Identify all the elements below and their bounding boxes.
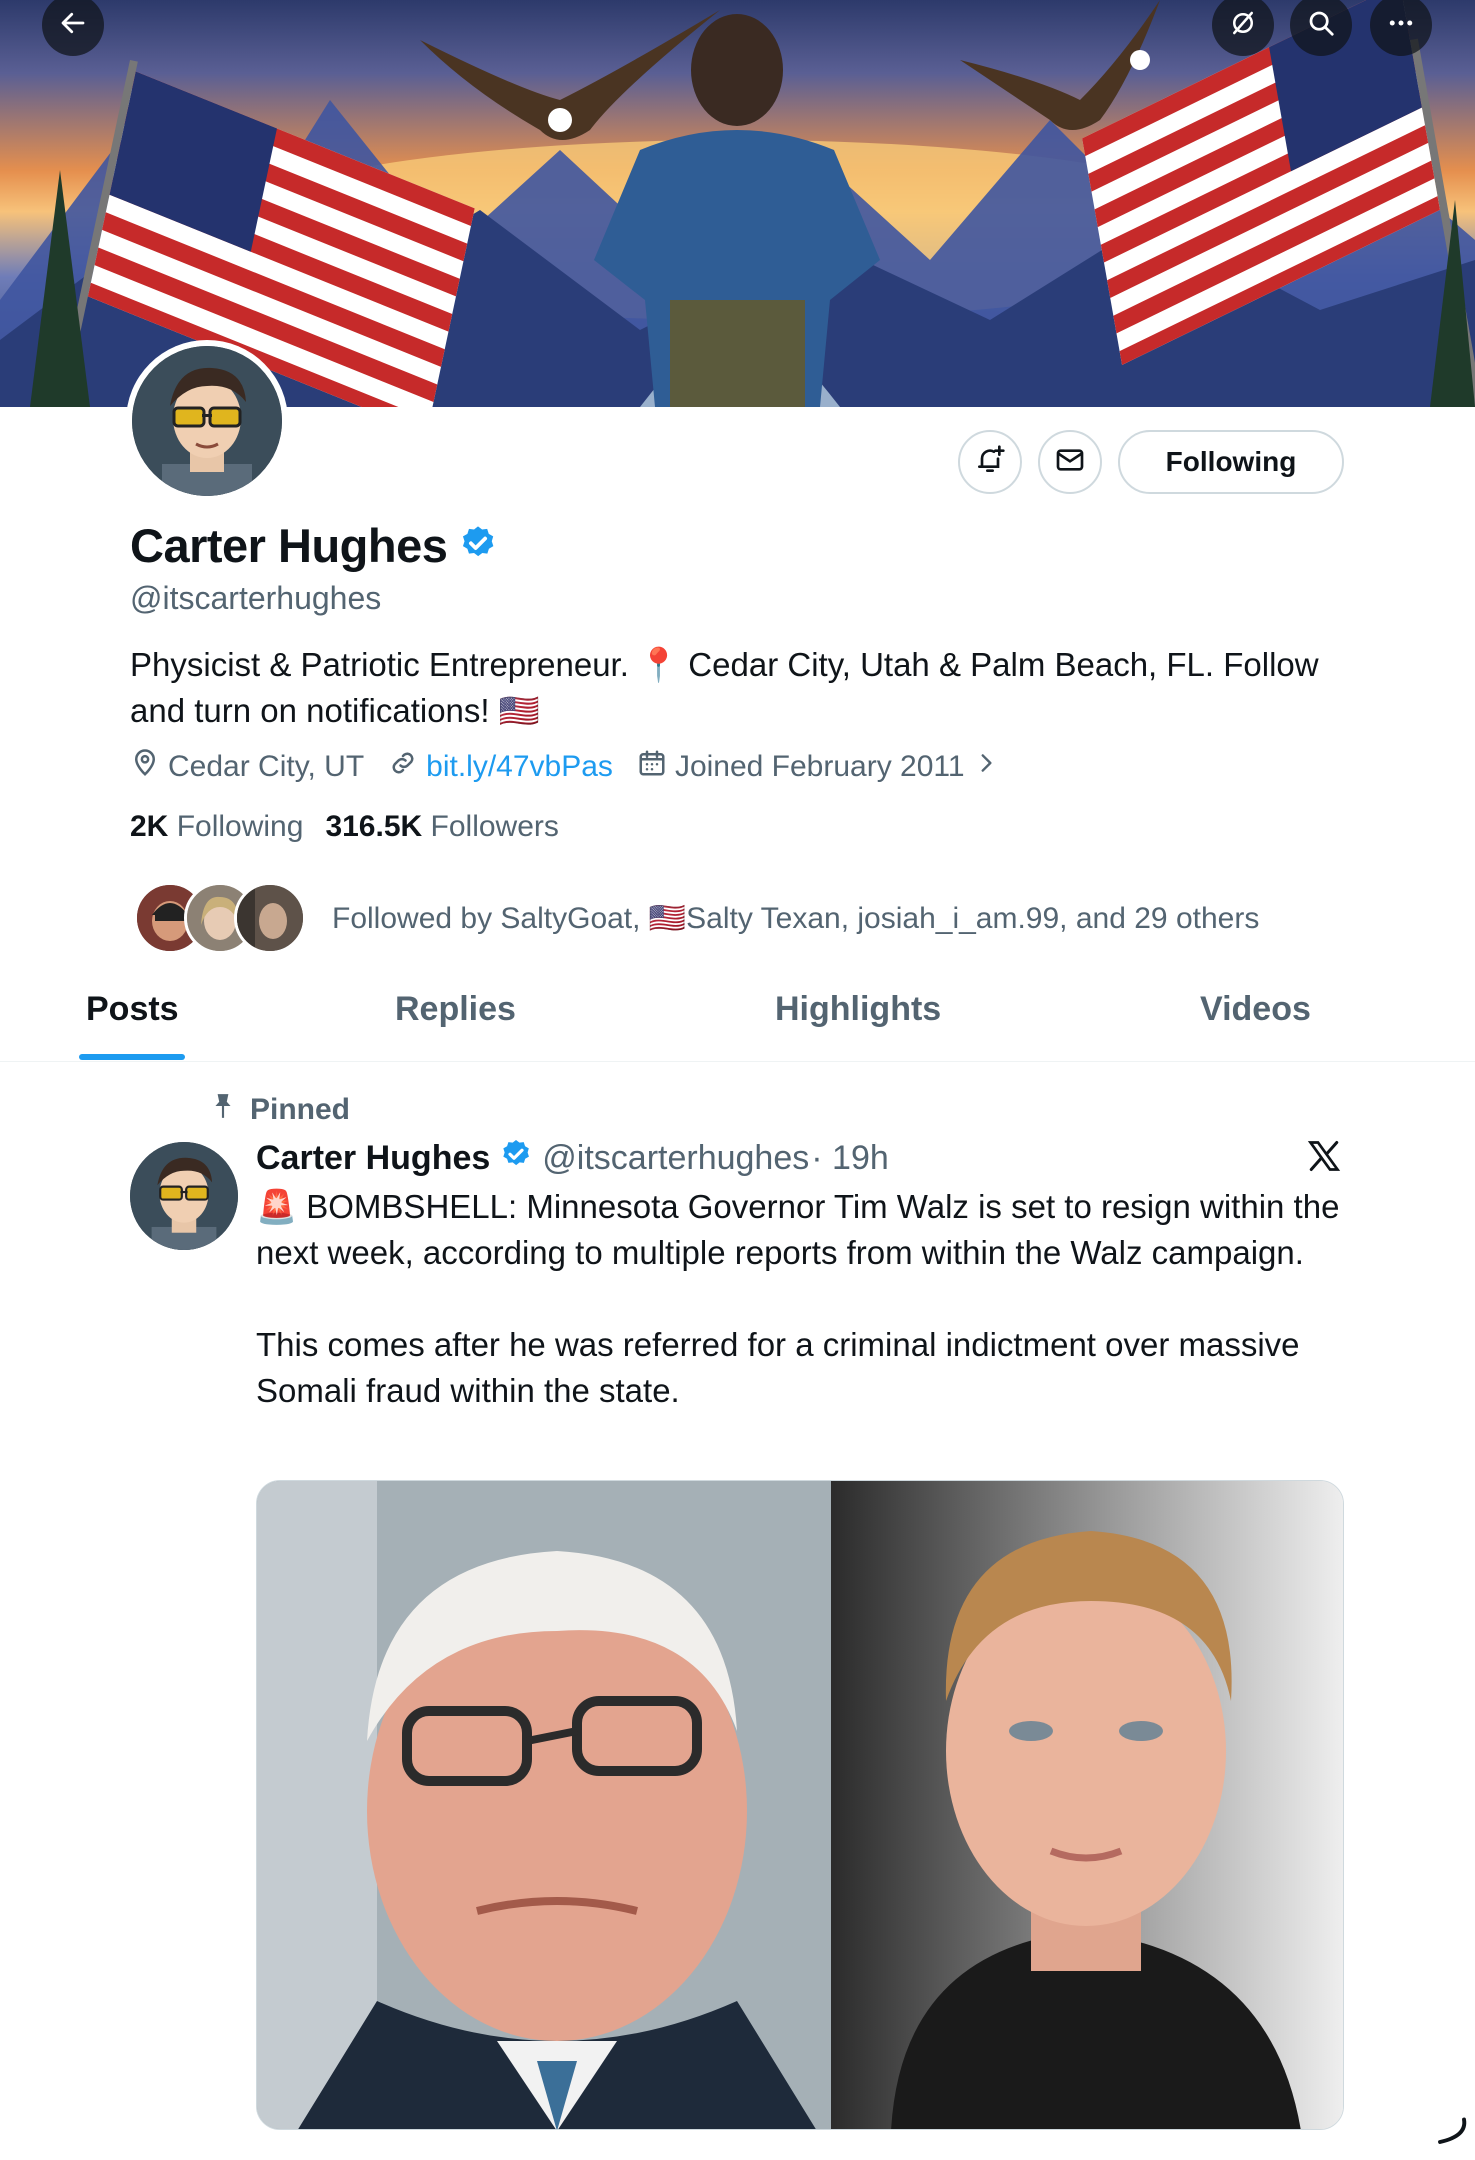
notifications-button[interactable] [958, 430, 1022, 494]
verified-badge-icon [459, 518, 497, 573]
calendar-icon [637, 748, 667, 786]
profile-name: Carter Hughes [130, 518, 497, 573]
follower-avatar [234, 882, 306, 954]
tab-highlights[interactable]: Highlights [775, 990, 941, 1029]
post-author-handle[interactable]: @itscarterhughes [542, 1139, 809, 1178]
link-text[interactable]: bit.ly/47vbPas [426, 750, 613, 784]
followers-count: 316.5K [325, 810, 423, 843]
active-tab-indicator [79, 1054, 185, 1060]
profile-bio: Physicist & Patriotic Entrepreneur. 📍 Ce… [130, 646, 1319, 729]
verified-badge-icon [500, 1138, 532, 1179]
profile-avatar[interactable] [126, 340, 288, 502]
post-paragraph: 🚨 BOMBSHELL: Minnesota Governor Tim Walz… [256, 1188, 1340, 1271]
followers-count-link[interactable]: 316.5K Followers [325, 810, 558, 844]
location-text: Cedar City, UT [168, 750, 365, 783]
following-button[interactable]: Following [1118, 430, 1344, 494]
profile-handle: @itscarterhughes [130, 580, 382, 616]
profile-link[interactable]: bit.ly/47vbPas [388, 748, 613, 786]
pinned-label: Pinned [210, 1092, 350, 1128]
location-pin-icon [130, 748, 160, 786]
more-horizontal-icon [1386, 8, 1416, 43]
post-paragraph: This comes after he was referred for a c… [256, 1326, 1300, 1409]
following-label: Following [176, 810, 304, 843]
search-icon [1306, 8, 1336, 43]
message-button[interactable] [1038, 430, 1102, 494]
follow-counts: 2K Following 316.5K Followers [130, 810, 559, 844]
arrow-left-icon [58, 8, 88, 43]
pinned-text: Pinned [250, 1093, 351, 1126]
post-author-name[interactable]: Carter Hughes [256, 1139, 490, 1178]
post-image-left[interactable] [257, 1481, 831, 2129]
profile-meta: Cedar City, UT bit.ly/47vbPas Joined Feb… [130, 748, 999, 786]
profile-location: Cedar City, UT [130, 748, 364, 786]
chevron-right-icon [973, 750, 999, 784]
tab-posts[interactable]: Posts [86, 990, 179, 1029]
following-count-link[interactable]: 2K Following [130, 810, 303, 844]
post-author-avatar[interactable] [130, 1142, 238, 1250]
followed-by[interactable]: Followed by SaltyGoat, 🇺🇸Salty Texan, jo… [134, 882, 1259, 954]
x-logo-icon [1306, 1138, 1342, 1174]
post-image-right[interactable] [831, 1481, 1343, 2129]
mail-icon [1054, 444, 1086, 481]
post-body: 🚨 BOMBSHELL: Minnesota Governor Tim Walz… [256, 1184, 1356, 1460]
post-timestamp[interactable]: · 19h [811, 1139, 889, 1178]
tab-replies[interactable]: Replies [395, 990, 516, 1029]
loading-spinner-icon [1434, 2112, 1470, 2148]
post-header: Carter Hughes @itscarterhughes · 19h [256, 1138, 889, 1179]
joined-text: Joined February 2011 [674, 750, 965, 783]
link-icon [388, 748, 418, 786]
slash-circle-icon [1228, 8, 1258, 43]
tab-videos[interactable]: Videos [1200, 990, 1311, 1029]
profile-tabs: Posts Replies Highlights Videos [0, 990, 1475, 1062]
profile-joined[interactable]: Joined February 2011 [637, 748, 999, 786]
followed-by-text: Followed by SaltyGoat, 🇺🇸Salty Texan, jo… [332, 901, 1260, 935]
post-media[interactable] [256, 1480, 1344, 2130]
bell-plus-icon [974, 444, 1006, 481]
pin-icon [210, 1092, 236, 1128]
followers-label: Followers [430, 810, 559, 843]
following-count: 2K [130, 810, 169, 843]
profile-name-text: Carter Hughes [130, 519, 448, 572]
